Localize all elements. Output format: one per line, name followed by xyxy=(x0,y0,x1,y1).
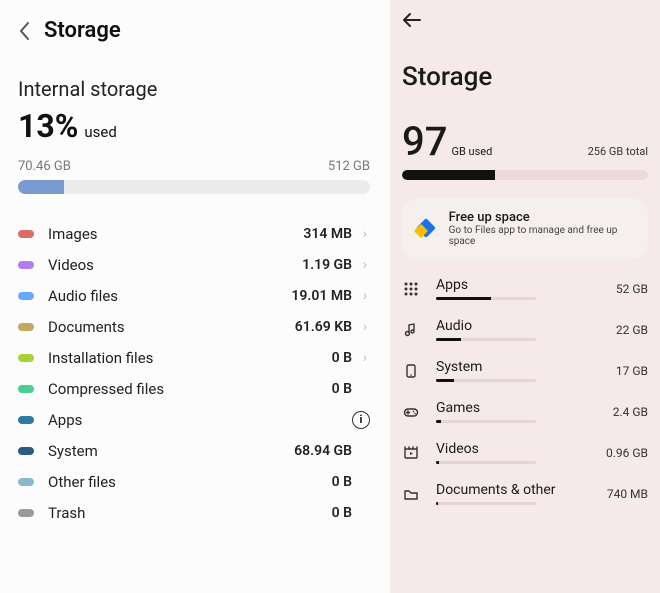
category-size: 740 MB xyxy=(607,487,648,501)
category-size: 0 B xyxy=(332,350,352,366)
category-label: Apps xyxy=(48,411,352,429)
total-amount: 512 GB xyxy=(328,159,370,174)
category-size: 19.01 MB xyxy=(291,288,352,304)
category-label: Audio xyxy=(436,318,616,334)
storage-category-row[interactable]: Audio22 GB xyxy=(402,318,648,341)
category-bar xyxy=(436,379,536,382)
videos-icon xyxy=(402,445,420,461)
storage-category-row[interactable]: System17 GB xyxy=(402,359,648,382)
apps-icon xyxy=(402,281,420,297)
section-subtitle: Internal storage xyxy=(18,77,384,101)
storage-category-row[interactable]: Installation files0 B › xyxy=(18,342,384,373)
docs-icon xyxy=(402,486,420,502)
chevron-right-icon: › xyxy=(360,257,370,273)
used-gb-number: 97 xyxy=(402,118,447,165)
used-label: used xyxy=(84,123,116,141)
chevron-right-icon: › xyxy=(360,226,370,242)
category-label: Compressed files xyxy=(48,380,332,398)
category-bar xyxy=(436,420,536,423)
category-label: Images xyxy=(48,225,303,243)
storage-category-row[interactable]: Apps52 GB xyxy=(402,277,648,300)
used-percent: 13% xyxy=(18,107,78,145)
storage-bar-fill xyxy=(402,170,495,180)
storage-category-row[interactable]: Games2.4 GB xyxy=(402,400,648,423)
category-swatch xyxy=(18,261,34,269)
storage-bar xyxy=(18,180,370,194)
category-bar xyxy=(436,502,536,505)
category-swatch xyxy=(18,478,34,486)
category-swatch xyxy=(18,354,34,362)
right-storage-pane: Storage 97 GB used 256 GB total Free up s… xyxy=(390,0,660,593)
card-subtitle: Go to Files app to manage and free up sp… xyxy=(449,225,634,247)
storage-category-row[interactable]: Documents61.69 KB › xyxy=(18,311,384,342)
page-title: Storage xyxy=(402,62,648,92)
category-size: 22 GB xyxy=(616,323,648,337)
category-bar xyxy=(436,297,536,300)
category-size: 0 B xyxy=(332,381,352,397)
category-label: Games xyxy=(436,400,613,416)
system-icon xyxy=(402,363,420,379)
storage-category-row[interactable]: Videos0.96 GB xyxy=(402,441,648,464)
games-icon xyxy=(402,404,420,420)
storage-category-row: Compressed files0 B xyxy=(18,373,384,404)
used-gb-label: GB used xyxy=(451,145,492,158)
category-label: Documents xyxy=(48,318,295,336)
storage-category-row[interactable]: Audio files19.01 MB › xyxy=(18,280,384,311)
category-label: Other files xyxy=(48,473,332,491)
category-swatch xyxy=(18,416,34,424)
category-size: 1.19 GB xyxy=(302,257,352,273)
category-size: 17 GB xyxy=(616,364,648,378)
category-label: System xyxy=(48,442,294,460)
free-up-space-card[interactable]: Free up space Go to Files app to manage … xyxy=(402,198,648,259)
category-label: Trash xyxy=(48,504,332,522)
category-bar xyxy=(436,461,536,464)
category-bar xyxy=(436,338,536,341)
storage-bar-fill xyxy=(18,180,64,194)
storage-category-row[interactable]: Documents & other740 MB xyxy=(402,482,648,505)
card-title: Free up space xyxy=(449,210,634,225)
category-swatch xyxy=(18,385,34,393)
chevron-right-icon: › xyxy=(360,350,370,366)
total-gb: 256 GB total xyxy=(588,145,648,158)
category-size: 314 MB xyxy=(303,226,352,242)
category-label: Apps xyxy=(436,277,616,293)
storage-category-row[interactable]: Images314 MB › xyxy=(18,218,384,249)
storage-category-row: System68.94 GB xyxy=(18,435,384,466)
category-label: Documents & other xyxy=(436,482,607,498)
back-icon[interactable] xyxy=(402,12,648,28)
storage-bar xyxy=(402,170,648,180)
category-label: Videos xyxy=(436,441,606,457)
category-swatch xyxy=(18,447,34,455)
left-storage-pane: Storage Internal storage 13% used 70.46 … xyxy=(0,0,390,593)
storage-category-row: Appsi xyxy=(18,404,384,435)
category-swatch xyxy=(18,323,34,331)
category-size: 2.4 GB xyxy=(613,405,648,419)
category-size: 52 GB xyxy=(616,282,648,296)
category-label: Installation files xyxy=(48,349,332,367)
files-app-icon xyxy=(416,218,437,240)
category-label: Videos xyxy=(48,256,302,274)
category-size: 61.69 KB xyxy=(295,319,352,335)
chevron-right-icon: › xyxy=(360,288,370,304)
audio-icon xyxy=(402,322,420,338)
category-swatch xyxy=(18,509,34,517)
category-size: 68.94 GB xyxy=(294,443,352,459)
used-amount: 70.46 GB xyxy=(18,159,71,174)
category-swatch xyxy=(18,230,34,238)
category-label: Audio files xyxy=(48,287,291,305)
chevron-right-icon: › xyxy=(360,319,370,335)
category-size: 0 B xyxy=(332,505,352,521)
category-size: 0 B xyxy=(332,474,352,490)
back-icon[interactable] xyxy=(18,21,30,41)
storage-category-row: Trash0 B xyxy=(18,497,384,528)
category-size: 0.96 GB xyxy=(606,446,648,460)
storage-category-row: Other files0 B xyxy=(18,466,384,497)
page-title: Storage xyxy=(44,18,121,43)
category-label: System xyxy=(436,359,616,375)
info-icon[interactable]: i xyxy=(352,411,370,429)
storage-category-row[interactable]: Videos1.19 GB › xyxy=(18,249,384,280)
category-swatch xyxy=(18,292,34,300)
